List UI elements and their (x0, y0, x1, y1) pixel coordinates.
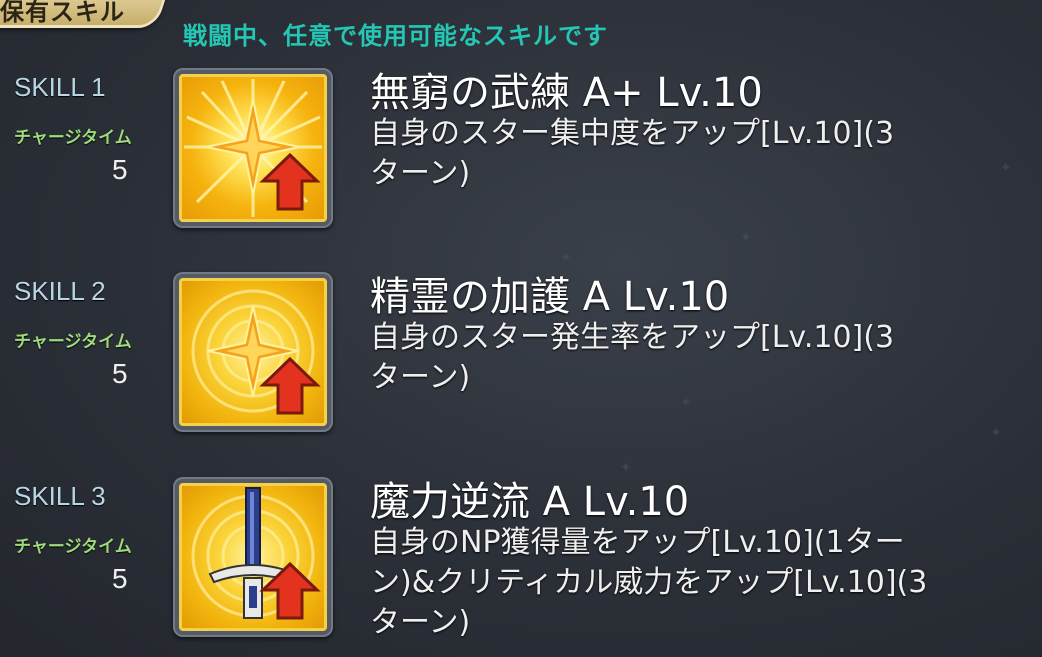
skill-description-line: ターン) (370, 605, 471, 640)
skill-slot-label: SKILL 1 (14, 72, 106, 102)
skill-row-1[interactable]: SKILL 1 チャージタイム 5 無窮の武練 A+ Lv.10 自身のスター集… (0, 58, 1042, 238)
charge-time-value: 5 (112, 358, 128, 389)
skill-title: 魔力逆流 A Lv.10 (370, 479, 690, 525)
skill-description: 自身のスター発生率をアップ[Lv.10](3 ターン) (370, 318, 1010, 398)
skill-slot-label: SKILL 3 (14, 481, 106, 511)
skill-icon-frame[interactable] (173, 272, 333, 432)
charge-time-label: チャージタイム (14, 537, 132, 557)
skill-slot-label: SKILL 2 (14, 276, 106, 306)
header-tab-label: 保有スキル (0, 0, 125, 26)
skill-description-line: 自身のスター集中度をアップ[Lv.10](3 (370, 116, 895, 151)
header-subtitle: 戦闘中、任意で使用可能なスキルです (183, 22, 608, 50)
skill-description-line: ン)&クリティカル威力をアップ[Lv.10](3 (370, 565, 928, 600)
charge-time-value: 5 (112, 154, 128, 185)
sword-up-arrow-icon (179, 483, 327, 631)
skill-title: 精霊の加護 A Lv.10 (370, 274, 730, 320)
skill-row-3[interactable]: SKILL 3 チャージタイム 5 魔力逆流 A Lv.10 自身のNP獲得量を… (0, 467, 1042, 647)
skill-description: 自身のスター集中度をアップ[Lv.10](3 ターン) (370, 114, 1010, 194)
skill-description: 自身のNP獲得量をアップ[Lv.10](1ター ン)&クリティカル威力をアップ[… (370, 523, 1010, 643)
charge-time-label: チャージタイム (14, 128, 132, 148)
skill-description-line: ターン) (370, 360, 471, 395)
skill-icon-frame[interactable] (173, 68, 333, 228)
charge-time-value: 5 (112, 563, 128, 594)
skill-title: 無窮の武練 A+ Lv.10 (370, 70, 763, 116)
skill-description-line: 自身のNP獲得量をアップ[Lv.10](1ター (370, 525, 905, 560)
star-circle-up-arrow-icon (179, 278, 327, 426)
skill-row-2[interactable]: SKILL 2 チャージタイム 5 精霊の加護 A Lv.10 自身のスター発生… (0, 262, 1042, 442)
star-burst-up-arrow-icon (179, 74, 327, 222)
skill-icon-frame[interactable] (173, 477, 333, 637)
skill-description-line: 自身のスター発生率をアップ[Lv.10](3 (370, 320, 895, 355)
charge-time-label: チャージタイム (14, 332, 132, 352)
skill-description-line: ターン) (370, 156, 471, 191)
